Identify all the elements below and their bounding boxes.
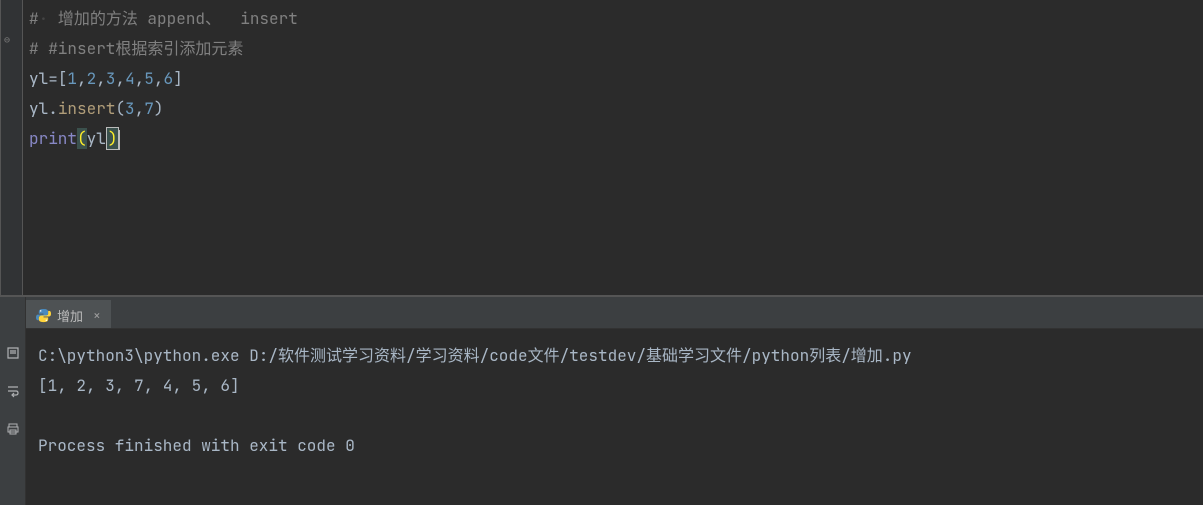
code-editor[interactable]: ⊖ #· 增加的方法 append、 insert # #insert根据索引添… <box>0 0 1203 295</box>
code-line-5: print(yl) <box>29 124 1203 154</box>
code-line-3: yl=[1,2,3,4,5,6] <box>29 64 1203 94</box>
output-line: [1, 2, 3, 7, 4, 5, 6] <box>38 371 1191 401</box>
console-toolbar <box>0 297 26 505</box>
output-line <box>38 401 1191 431</box>
python-icon <box>36 308 51 323</box>
scroll-to-end-icon[interactable] <box>5 345 21 361</box>
text-cursor <box>118 130 120 150</box>
fold-icon[interactable]: ⊖ <box>4 33 10 46</box>
tab-label: 增加 <box>57 306 83 325</box>
soft-wrap-icon[interactable] <box>5 383 21 399</box>
code-line-1: #· 增加的方法 append、 insert <box>29 4 1203 34</box>
print-icon[interactable] <box>5 421 21 437</box>
output-line: C:\python3\python.exe D:/软件测试学习资料/学习资料/c… <box>38 341 1191 371</box>
output-line: Process finished with exit code 0 <box>38 431 1191 461</box>
code-area[interactable]: #· 增加的方法 append、 insert # #insert根据索引添加元… <box>1 0 1203 154</box>
code-line-4: yl.insert(3,7) <box>29 94 1203 124</box>
code-line-2: # #insert根据索引添加元素 <box>29 34 1203 64</box>
close-tab-icon[interactable]: × <box>93 307 101 324</box>
editor-gutter: ⊖ <box>1 0 23 295</box>
run-tool-window: 增加 × C:\python3\python.exe D:/软件测试学习资料/学… <box>0 297 1203 505</box>
console-output[interactable]: C:\python3\python.exe D:/软件测试学习资料/学习资料/c… <box>26 329 1203 473</box>
console-tabs: 增加 × <box>26 297 1203 329</box>
run-tab[interactable]: 增加 × <box>26 300 111 328</box>
